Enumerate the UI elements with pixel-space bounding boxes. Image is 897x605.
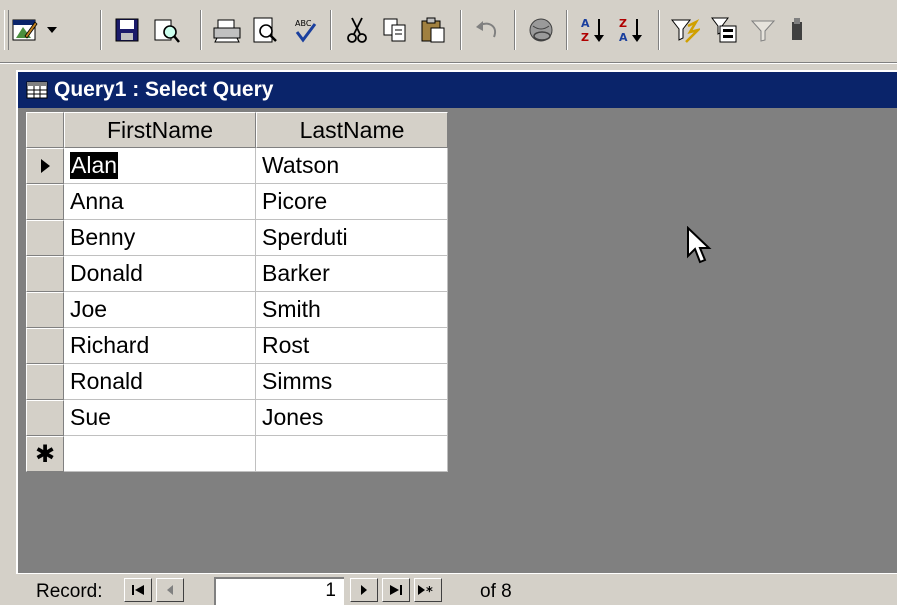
mouse-pointer-icon bbox=[687, 226, 712, 264]
table-row: Donald Barker bbox=[26, 256, 448, 292]
record-selector[interactable] bbox=[26, 328, 64, 364]
sort-ascending-icon[interactable]: A Z bbox=[574, 10, 612, 50]
next-record-icon bbox=[361, 585, 367, 595]
record-selector[interactable] bbox=[26, 400, 64, 436]
undo-icon[interactable] bbox=[468, 10, 506, 50]
cell-lastname[interactable]: Jones bbox=[256, 400, 448, 436]
current-record-icon bbox=[41, 159, 50, 173]
next-record-button[interactable] bbox=[350, 578, 378, 602]
record-selector[interactable] bbox=[26, 292, 64, 328]
datasheet-icon bbox=[26, 81, 48, 99]
svg-text:Z: Z bbox=[581, 31, 589, 44]
cut-icon[interactable] bbox=[338, 10, 376, 50]
table-row: Ronald Simms bbox=[26, 364, 448, 400]
print-icon[interactable] bbox=[208, 10, 246, 50]
new-record-nav-icon: * bbox=[418, 585, 433, 597]
toolbar: ABC A Z Z A bbox=[0, 0, 897, 64]
spelling-icon[interactable]: ABC bbox=[286, 10, 324, 50]
datasheet-grid: FirstName LastName Alan Watson Anna Pico… bbox=[26, 112, 448, 472]
record-selector[interactable] bbox=[26, 364, 64, 400]
column-header-firstname[interactable]: FirstName bbox=[64, 112, 256, 148]
cell-firstname[interactable]: Sue bbox=[64, 400, 256, 436]
record-selector[interactable] bbox=[26, 256, 64, 292]
cell-firstname[interactable]: Alan bbox=[64, 148, 256, 184]
cell-firstname[interactable]: Richard bbox=[64, 328, 256, 364]
cell-lastname[interactable]: Barker bbox=[256, 256, 448, 292]
table-row: Anna Picore bbox=[26, 184, 448, 220]
cell-lastname[interactable]: Simms bbox=[256, 364, 448, 400]
previous-record-icon bbox=[167, 585, 173, 595]
svg-text:ABC: ABC bbox=[295, 19, 312, 28]
table-row: Richard Rost bbox=[26, 328, 448, 364]
first-record-icon bbox=[132, 585, 144, 595]
hyperlink-icon[interactable] bbox=[522, 10, 560, 50]
find-icon[interactable] bbox=[790, 10, 802, 50]
apply-filter-icon[interactable] bbox=[744, 10, 782, 50]
column-header-lastname[interactable]: LastName bbox=[256, 112, 448, 148]
sort-descending-icon[interactable]: Z A bbox=[612, 10, 650, 50]
last-record-button[interactable] bbox=[382, 578, 410, 602]
table-row: Joe Smith bbox=[26, 292, 448, 328]
new-record-row: ✱ bbox=[26, 436, 448, 472]
save-icon[interactable] bbox=[108, 10, 146, 50]
paste-icon[interactable] bbox=[414, 10, 452, 50]
cell-lastname[interactable]: Watson bbox=[256, 148, 448, 184]
toolbar-divider bbox=[0, 62, 897, 64]
record-selector[interactable] bbox=[26, 148, 64, 184]
record-selector[interactable] bbox=[26, 184, 64, 220]
table-row: Benny Sperduti bbox=[26, 220, 448, 256]
search-icon[interactable] bbox=[148, 10, 186, 50]
dropdown-arrow-icon[interactable] bbox=[42, 10, 62, 50]
print-preview-icon[interactable] bbox=[246, 10, 284, 50]
table-row: Alan Watson bbox=[26, 148, 448, 184]
new-record-selector[interactable]: ✱ bbox=[26, 436, 64, 472]
record-navigator: Record: 1 * of 8 bbox=[16, 573, 897, 605]
current-record-field[interactable]: 1 bbox=[214, 577, 344, 605]
window-title: Query1 : Select Query bbox=[54, 78, 274, 101]
new-record-button[interactable]: * bbox=[414, 578, 442, 602]
record-count: of 8 bbox=[480, 581, 512, 602]
new-record-icon: ✱ bbox=[34, 440, 56, 468]
cell-lastname[interactable]: Picore bbox=[256, 184, 448, 220]
view-icon[interactable] bbox=[8, 10, 42, 50]
record-label: Record: bbox=[36, 581, 103, 602]
svg-text:Z: Z bbox=[619, 17, 627, 30]
cell-firstname[interactable]: Benny bbox=[64, 220, 256, 256]
cell-lastname-new[interactable] bbox=[256, 436, 448, 472]
header-row: FirstName LastName bbox=[26, 112, 448, 148]
title-bar[interactable]: Query1 : Select Query bbox=[18, 72, 897, 108]
cell-firstname[interactable]: Joe bbox=[64, 292, 256, 328]
first-record-button[interactable] bbox=[124, 578, 152, 602]
cell-firstname[interactable]: Anna bbox=[64, 184, 256, 220]
svg-text:A: A bbox=[619, 31, 628, 44]
copy-icon[interactable] bbox=[376, 10, 414, 50]
filter-by-selection-icon[interactable] bbox=[666, 10, 704, 50]
previous-record-button[interactable] bbox=[156, 578, 184, 602]
cell-firstname-new[interactable] bbox=[64, 436, 256, 472]
cell-firstname[interactable]: Ronald bbox=[64, 364, 256, 400]
cell-lastname[interactable]: Smith bbox=[256, 292, 448, 328]
query-window: Query1 : Select Query FirstName LastName… bbox=[16, 70, 897, 605]
filter-by-form-icon[interactable] bbox=[706, 10, 744, 50]
cell-firstname[interactable]: Donald bbox=[64, 256, 256, 292]
record-selector[interactable] bbox=[26, 220, 64, 256]
select-all-box[interactable] bbox=[26, 112, 64, 148]
selected-text: Alan bbox=[70, 152, 119, 179]
cell-lastname[interactable]: Sperduti bbox=[256, 220, 448, 256]
table-row: Sue Jones bbox=[26, 400, 448, 436]
svg-text:A: A bbox=[581, 17, 590, 30]
cell-lastname[interactable]: Rost bbox=[256, 328, 448, 364]
svg-text:*: * bbox=[426, 585, 433, 597]
last-record-icon bbox=[390, 585, 402, 595]
